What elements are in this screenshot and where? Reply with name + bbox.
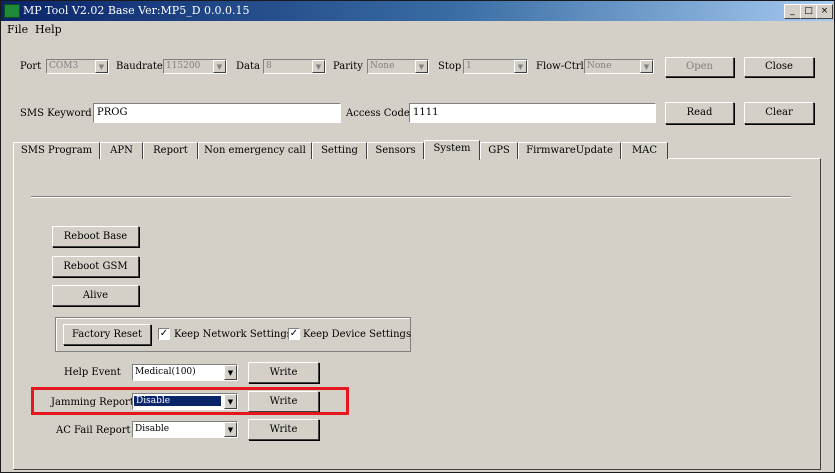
separator (31, 196, 791, 198)
tab-apn[interactable]: APN (100, 142, 143, 159)
tab-firmware-update[interactable]: FirmwareUpdate (518, 142, 621, 159)
title-bar[interactable]: MP Tool V2.02 Base Ver:MP5_D 0.0.0.15 _ … (1, 1, 834, 21)
help-event-write-button[interactable]: Write (248, 362, 319, 383)
help-event-select[interactable]: Medical(100) ▼ (132, 364, 238, 381)
port-select[interactable]: COM3 ▼ (46, 59, 109, 74)
tab-non-emergency-call[interactable]: Non emergency call (198, 142, 312, 159)
tab-system[interactable]: System (424, 140, 480, 160)
flow-ctrl-select[interactable]: None ▼ (584, 59, 654, 74)
chevron-down-icon: ▼ (415, 60, 428, 73)
chevron-down-icon: ▼ (514, 60, 527, 73)
tab-sensors[interactable]: Sensors (367, 142, 424, 159)
flow-ctrl-label: Flow-Ctrl (536, 61, 584, 72)
maximize-button[interactable]: □ (800, 4, 817, 19)
sms-keyword-value: PROG (97, 107, 128, 118)
ac-fail-report-select[interactable]: Disable ▼ (132, 421, 238, 438)
menu-file[interactable]: File (7, 23, 28, 36)
data-select[interactable]: 8 ▼ (263, 59, 326, 74)
close-window-button[interactable]: × (816, 4, 833, 19)
sms-keyword-label: SMS Keyword (20, 108, 92, 119)
keep-device-label: Keep Device Settings (303, 329, 412, 340)
keep-device-checkbox[interactable]: ✓ (288, 328, 300, 340)
ac-fail-report-label: AC Fail Report (56, 425, 131, 436)
parity-value: None (370, 61, 395, 71)
alive-button[interactable]: Alive (52, 285, 139, 306)
baudrate-select[interactable]: 115200 ▼ (163, 59, 227, 74)
ac-fail-report-value: Disable (135, 424, 170, 434)
data-value: 8 (266, 61, 272, 71)
access-code-label: Access Code (346, 108, 410, 119)
stop-label: Stop (438, 61, 462, 72)
app-icon (4, 4, 20, 18)
reboot-gsm-button[interactable]: Reboot GSM (52, 256, 139, 277)
sms-keyword-input[interactable]: PROG (93, 103, 341, 123)
baudrate-value: 115200 (166, 61, 201, 71)
data-label: Data (236, 61, 260, 72)
port-label: Port (20, 61, 42, 72)
flow-ctrl-value: None (587, 61, 612, 71)
menu-bar: File Help (1, 21, 834, 38)
help-event-value: Medical(100) (135, 367, 196, 377)
tab-mac[interactable]: MAC (621, 142, 668, 159)
parity-select[interactable]: None ▼ (367, 59, 429, 74)
close-button[interactable]: Close (744, 57, 814, 77)
factory-reset-button[interactable]: Factory Reset (63, 324, 151, 345)
stop-value: 1 (466, 61, 472, 71)
chevron-down-icon: ▼ (95, 60, 108, 73)
reboot-base-button[interactable]: Reboot Base (52, 226, 139, 247)
highlight-box (31, 387, 349, 415)
access-code-input[interactable]: 1111 (409, 103, 656, 123)
minimize-button[interactable]: _ (784, 4, 801, 19)
tab-bar: SMS Program APN Report Non emergency cal… (13, 140, 833, 160)
parity-label: Parity (333, 61, 363, 72)
tab-gps[interactable]: GPS (480, 142, 518, 159)
baudrate-label: Baudrate (116, 61, 163, 72)
window-title: MP Tool V2.02 Base Ver:MP5_D 0.0.0.15 (23, 4, 250, 17)
chevron-down-icon: ▼ (640, 60, 653, 73)
open-button[interactable]: Open (665, 57, 734, 77)
tab-setting[interactable]: Setting (312, 142, 367, 159)
chevron-down-icon: ▼ (224, 422, 237, 437)
help-event-label: Help Event (64, 367, 121, 378)
chevron-down-icon: ▼ (224, 365, 237, 380)
read-button[interactable]: Read (665, 102, 734, 124)
access-code-value: 1111 (413, 107, 439, 118)
keep-network-checkbox[interactable]: ✓ (158, 328, 170, 340)
tab-sms-program[interactable]: SMS Program (13, 142, 100, 159)
tab-report[interactable]: Report (143, 142, 198, 159)
stop-select[interactable]: 1 ▼ (463, 59, 528, 74)
chevron-down-icon: ▼ (312, 60, 325, 73)
menu-help[interactable]: Help (35, 23, 62, 36)
port-value: COM3 (49, 61, 79, 71)
keep-network-label: Keep Network Settings (174, 329, 292, 340)
ac-fail-report-write-button[interactable]: Write (248, 419, 319, 440)
clear-button[interactable]: Clear (744, 102, 814, 124)
app-window: MP Tool V2.02 Base Ver:MP5_D 0.0.0.15 _ … (0, 0, 835, 473)
chevron-down-icon: ▼ (213, 60, 226, 73)
